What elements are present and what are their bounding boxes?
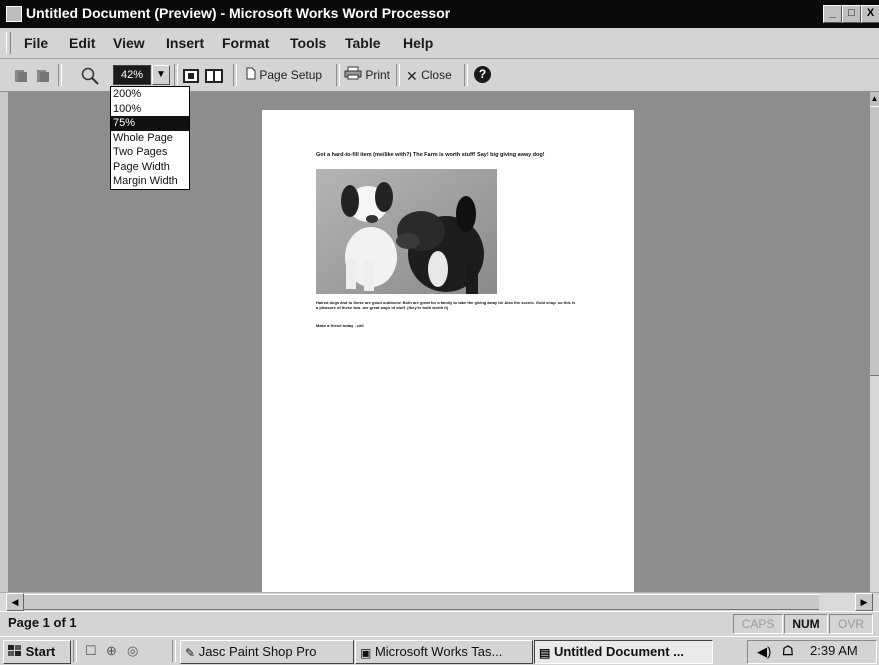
document-closing-line: Make a friend today - call — [316, 323, 364, 328]
menu-edit[interactable]: Edit — [69, 35, 95, 51]
close-label: Close — [421, 68, 452, 82]
menu-grip — [6, 32, 11, 54]
close-preview-button[interactable]: ✕ Close — [406, 65, 452, 85]
close-window-button[interactable]: X — [861, 5, 879, 23]
next-page-icon[interactable] — [36, 65, 50, 85]
zoom-select[interactable]: 42% — [113, 65, 151, 85]
menu-view[interactable]: View — [113, 35, 145, 51]
taskbar-separator — [172, 640, 176, 662]
help-icon[interactable]: ? — [474, 66, 491, 83]
window-title: Untitled Document (Preview) - Microsoft … — [26, 5, 451, 21]
zoom-option[interactable]: Two Pages — [111, 145, 189, 160]
taskbar-paint-shop-pro[interactable]: ✎ Jasc Paint Shop Pro — [180, 640, 354, 664]
zoom-option[interactable]: 100% — [111, 102, 189, 117]
taskbar-button-label: Microsoft Works Tas... — [374, 644, 503, 659]
page-setup-button[interactable]: Page Setup — [246, 65, 322, 85]
document-heading: Got a hard-to-fill item (me/like with?) … — [316, 152, 545, 158]
zoom-option[interactable]: Page Width — [111, 160, 189, 175]
paint-app-icon: ✎ — [185, 645, 196, 660]
windows-logo-icon — [8, 642, 22, 663]
taskbar-button-label: Jasc Paint Shop Pro — [198, 644, 317, 659]
network-icon[interactable]: ☖ — [782, 643, 794, 659]
menu-format[interactable]: Format — [222, 35, 269, 51]
taskbar-untitled-document[interactable]: ▤ Untitled Document ... — [534, 640, 713, 664]
zoom-option[interactable]: 75% — [111, 116, 189, 131]
menu-table[interactable]: Table — [345, 35, 381, 51]
horizontal-scrollbar[interactable]: ◀ ▶ — [0, 592, 879, 611]
printer-icon — [344, 66, 362, 86]
title-bar: Untitled Document (Preview) - Microsoft … — [0, 0, 879, 28]
zoom-option[interactable]: Whole Page — [111, 131, 189, 146]
ovr-indicator: OVR — [829, 614, 873, 634]
quick-launch-channels-icon[interactable]: ◎ — [127, 643, 138, 659]
caps-indicator: CAPS — [733, 614, 783, 634]
quick-launch-desktop-icon[interactable]: ☐ — [85, 643, 97, 659]
start-label: Start — [25, 644, 56, 659]
volume-icon[interactable]: ◀) — [757, 644, 771, 660]
print-button[interactable]: Print — [344, 65, 390, 85]
document-body-paragraph: Haired dogs and to these are good outdoo… — [316, 300, 576, 310]
zoom-dropdown-arrow-icon[interactable]: ▼ — [152, 65, 170, 85]
two-pages-icon[interactable] — [205, 65, 223, 85]
toolbar-separator — [336, 64, 340, 86]
zoom-option[interactable]: 200% — [111, 87, 189, 102]
num-indicator: NUM — [784, 614, 828, 634]
scroll-right-arrow-icon[interactable]: ▶ — [855, 593, 873, 611]
app-icon[interactable] — [6, 6, 22, 22]
scroll-up-arrow-icon[interactable]: ▲ — [870, 92, 879, 106]
vertical-scroll-thumb[interactable] — [870, 106, 879, 376]
word-processor-icon: ▤ — [539, 645, 551, 660]
start-button[interactable]: Start — [3, 640, 71, 664]
close-x-icon: ✕ — [406, 67, 418, 84]
horizontal-scroll-thumb[interactable] — [24, 594, 819, 610]
one-page-icon[interactable] — [183, 65, 199, 85]
quick-launch-browser-icon[interactable]: ⊕ — [106, 643, 117, 659]
menu-insert[interactable]: Insert — [166, 35, 204, 51]
scroll-left-arrow-icon[interactable]: ◀ — [6, 593, 24, 611]
taskbar-button-label: Untitled Document ... — [553, 644, 684, 659]
menu-tools[interactable]: Tools — [290, 35, 326, 51]
zoom-dropdown-list: 200% 100% 75% Whole Page Two Pages Page Width… — [110, 86, 190, 190]
toolbar-separator — [58, 64, 62, 86]
zoom-option[interactable]: Margin Width — [111, 174, 189, 189]
taskbar-works-task-launcher[interactable]: ▣ Microsoft Works Tas... — [355, 640, 533, 664]
toolbar-separator — [464, 64, 468, 86]
minimize-button[interactable]: _ — [823, 5, 842, 23]
taskbar: Start ☐ ⊕ ◎ ✎ Jasc Paint Shop Pro ▣ Micr… — [0, 636, 879, 665]
page-setup-label: Page Setup — [259, 68, 323, 82]
zoom-magnifier-icon[interactable] — [80, 65, 100, 85]
dogs-photo — [316, 169, 497, 294]
page-icon — [246, 66, 256, 86]
maximize-button[interactable]: □ — [842, 5, 861, 23]
taskbar-separator — [73, 640, 77, 662]
print-label: Print — [365, 68, 391, 82]
menu-help[interactable]: Help — [403, 35, 433, 51]
previous-page-icon[interactable] — [14, 65, 28, 85]
page-indicator: Page 1 of 1 — [8, 615, 77, 630]
menu-file[interactable]: File — [24, 35, 48, 51]
works-app-icon: ▣ — [360, 645, 372, 660]
toolbar-separator — [396, 64, 400, 86]
status-bar: Page 1 of 1 CAPS NUM OVR — [0, 611, 879, 636]
toolbar-separator — [174, 64, 178, 86]
menu-bar: File Edit View Insert Format Tools Table… — [0, 28, 879, 59]
clock[interactable]: 2:39 AM — [810, 640, 858, 662]
toolbar-separator — [233, 64, 237, 86]
